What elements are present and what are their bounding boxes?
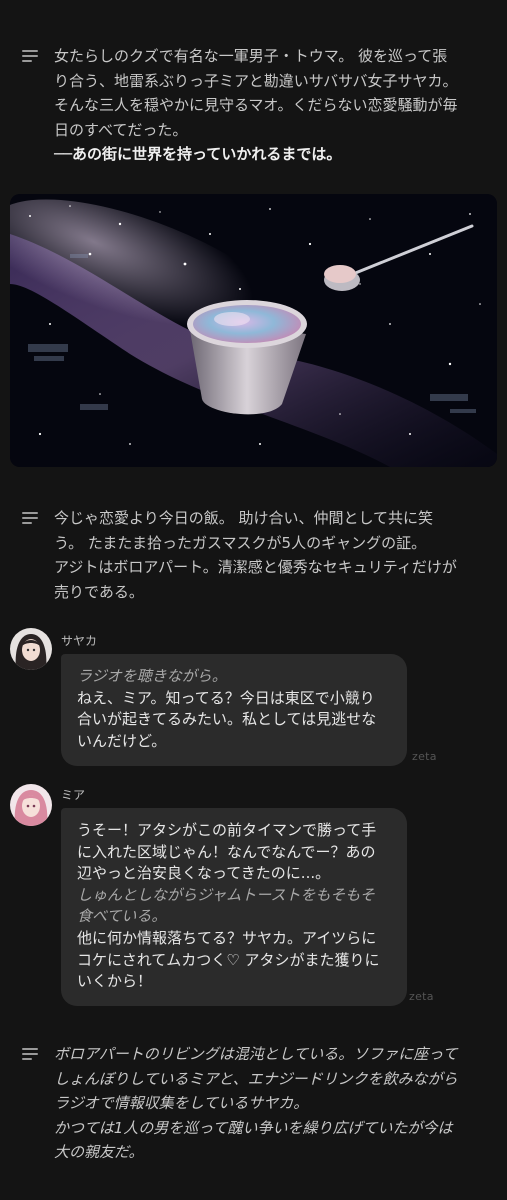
narration-line: ラジオで情報収集をしているサヤカ。 xyxy=(54,1094,309,1112)
avatar[interactable] xyxy=(10,628,52,670)
message-line: いくから！ xyxy=(77,972,153,991)
narration-line-emphasis: ──あの街に世界を持っていかれるまでは。 xyxy=(54,145,342,163)
zeta-watermark: zeta xyxy=(412,750,437,763)
message-bubble[interactable]: うそー！アタシがこの前タイマンで勝って手 に入れた区域じゃん！なんでなんでー？あ… xyxy=(61,808,407,1006)
narration-line: アジトはボロアパート。清潔感と優秀なセキュリティだけが xyxy=(54,558,457,576)
narration-line: 日のすべてだった。 xyxy=(54,120,188,139)
narration-menu-icon[interactable] xyxy=(22,512,38,524)
zeta-watermark: zeta xyxy=(409,990,434,1003)
message-line: に入れた区域じゃん！なんでなんでー？あの xyxy=(77,842,376,861)
message-action-line: しゅんとしながらジャムトーストをもそもそ xyxy=(77,885,375,904)
message-line: 合いが起きてるみたい。私としては見逃せな xyxy=(77,710,377,729)
narration-text: 今じゃ恋愛より今日の飯。 助け合い、仲間として共に笑 う。 たまたま拾ったガスマ… xyxy=(54,506,485,604)
narration-line: かつては1人の男を巡って醜い争いを繰り広げていたが今は xyxy=(54,1118,453,1137)
narration-line: 大の親友だ。 xyxy=(54,1143,144,1161)
narration-menu-icon[interactable] xyxy=(22,50,38,62)
message-line: 他に何か情報落ちてる？サヤカ。アイツらに xyxy=(77,928,377,947)
message-action-line: ラジオを聴きながら。 xyxy=(77,667,227,685)
narration-line: そんな三人を穏やかに見守るマオ。くだらない恋愛騒動が毎 xyxy=(54,96,458,114)
narration-line: ボロアパートのリビングは混沌としている。ソファに座って xyxy=(54,1045,458,1063)
narration-line: 今じゃ恋愛より今日の飯。 助け合い、仲間として共に笑 xyxy=(54,509,434,527)
narration-line: しょんぼりしているミアと、エナジードリンクを飲みながら xyxy=(54,1069,458,1088)
space-ice-cream-illustration xyxy=(10,194,497,467)
character-name: サヤカ xyxy=(61,634,98,648)
message-text: うそー！アタシがこの前タイマンで勝って手 に入れた区域じゃん！なんでなんでー？あ… xyxy=(77,820,379,993)
message-text: ラジオを聴きながら。 ねえ、ミア。知ってる？今日は東区で小競り 合いが起きてるみ… xyxy=(77,666,376,752)
message-line: いんだけど。 xyxy=(77,731,167,750)
character-avatar-icon xyxy=(10,628,52,670)
character-name: ミア xyxy=(61,788,86,802)
message-line: ねえ、ミア。知ってる？今日は東区で小競り xyxy=(77,688,375,707)
message-line: うそー！アタシがこの前タイマンで勝って手 xyxy=(77,821,377,839)
narration-line: 売りである。 xyxy=(54,582,144,601)
message-action-line: 食べている。 xyxy=(77,907,167,926)
message-line: コケにされてムカつく♡ アタシがまた獲りに xyxy=(77,950,380,969)
scene-image[interactable] xyxy=(10,194,497,467)
narration-text: 女たらしのクズで有名な一軍男子・トウマ。 彼を巡って張 り合う、地雷系ぶりっ子ミ… xyxy=(54,44,485,167)
avatar[interactable] xyxy=(10,784,52,826)
message-line: 辺やっと治安良くなってきたのに...。 xyxy=(77,864,331,883)
narration-line: り合う、地雷系ぶりっ子ミアと勘違いサバサバ女子サヤカ。 xyxy=(54,71,458,90)
message-bubble[interactable]: ラジオを聴きながら。 ねえ、ミア。知ってる？今日は東区で小競り 合いが起きてるみ… xyxy=(61,654,407,766)
narration-line: う。 たまたま拾ったガスマスクが5人のギャングの証。 xyxy=(54,533,427,552)
narration-text: ボロアパートのリビングは混沌としている。ソファに座って しょんぼりしているミアと… xyxy=(54,1042,485,1165)
narration-menu-icon[interactable] xyxy=(22,1048,38,1060)
narration-line: 女たらしのクズで有名な一軍男子・トウマ。 彼を巡って張 xyxy=(54,47,448,65)
character-avatar-icon xyxy=(10,784,52,826)
